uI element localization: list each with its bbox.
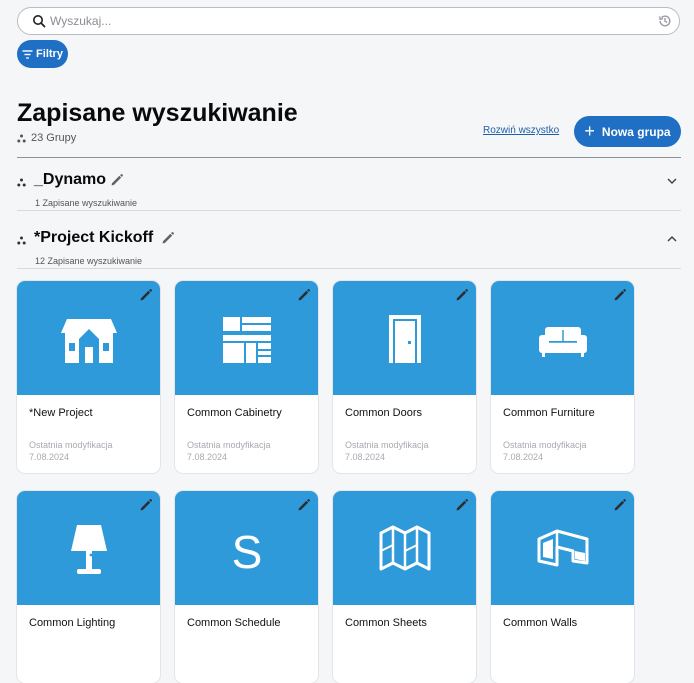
group-name: _Dynamo (34, 171, 107, 188)
divider (17, 210, 681, 211)
group-icon (17, 236, 26, 245)
group-icon (17, 178, 26, 187)
card-thumbnail: S (175, 491, 318, 605)
pencil-icon[interactable] (297, 498, 311, 512)
modified-date: 7.08.2024 (503, 452, 544, 462)
plus-icon: + (584, 120, 595, 141)
door-icon (389, 315, 421, 363)
card-thumbnail (333, 281, 476, 395)
saved-search-card[interactable]: Common Lighting (17, 491, 160, 683)
saved-search-card[interactable]: Common Doors Ostatnia modyfikacja 7.08.2… (333, 281, 476, 473)
card-thumbnail (491, 281, 634, 395)
pencil-icon[interactable] (613, 288, 627, 302)
groups-count: 23 Grupy (17, 132, 76, 144)
card-title: Common Lighting (29, 617, 116, 629)
pencil-icon[interactable] (110, 173, 124, 187)
group-name: *Project Kickoff (34, 229, 154, 246)
modified-label: Ostatnia modyfikacja (503, 440, 587, 450)
divider (17, 157, 681, 158)
modified-label: Ostatnia modyfikacja (187, 440, 271, 450)
card-title: Common Cabinetry (187, 407, 282, 419)
saved-search-card[interactable]: Common Furniture Ostatnia modyfikacja 7.… (491, 281, 634, 473)
saved-search-card[interactable]: Common Walls (491, 491, 634, 683)
sofa-icon (539, 327, 587, 357)
pencil-icon[interactable] (297, 288, 311, 302)
page-title: Zapisane wyszukiwanie (17, 99, 298, 127)
card-title: Common Walls (503, 617, 578, 629)
search-input[interactable] (50, 12, 650, 30)
walls-icon (537, 529, 589, 567)
modified-date: 7.08.2024 (29, 452, 70, 462)
sheets-icon (379, 525, 431, 571)
search-icon (33, 15, 46, 28)
card-thumbnail (175, 281, 318, 395)
card-modified: Ostatnia modyfikacja 7.08.2024 (345, 439, 429, 463)
pencil-icon[interactable] (455, 498, 469, 512)
group-dynamo[interactable]: _Dynamo 1 Zapisane wyszukiwanie (17, 171, 681, 223)
saved-search-card[interactable]: S Common Schedule (175, 491, 318, 683)
modified-date: 7.08.2024 (345, 452, 386, 462)
card-thumbnail (333, 491, 476, 605)
group-subtitle: 1 Zapisane wyszukiwanie (35, 198, 138, 208)
card-modified: Ostatnia modyfikacja 7.08.2024 (29, 439, 113, 463)
filters-label: Filtry (36, 48, 63, 60)
card-thumbnail (17, 281, 160, 395)
card-title: Common Schedule (187, 617, 281, 629)
new-group-button[interactable]: + Nowa grupa (574, 116, 681, 147)
card-title: *New Project (29, 407, 93, 419)
filter-icon (22, 49, 33, 59)
modified-date: 7.08.2024 (187, 452, 228, 462)
expand-all-link[interactable]: Rozwiń wszystko (483, 125, 559, 136)
pencil-icon[interactable] (161, 231, 175, 245)
house-icon (61, 319, 117, 363)
pencil-icon[interactable] (455, 288, 469, 302)
history-icon[interactable] (657, 13, 673, 29)
cabinetry-icon (223, 317, 271, 363)
modified-label: Ostatnia modyfikacja (29, 440, 113, 450)
card-title: Common Furniture (503, 407, 595, 419)
groups-count-label: 23 Grupy (31, 132, 77, 144)
saved-search-card[interactable]: Common Cabinetry Ostatnia modyfikacja 7.… (175, 281, 318, 473)
saved-search-card[interactable]: Common Sheets (333, 491, 476, 683)
chevron-up-icon[interactable] (666, 233, 678, 245)
filters-button[interactable]: Filtry (17, 40, 68, 68)
card-modified: Ostatnia modyfikacja 7.08.2024 (503, 439, 587, 463)
card-title: Common Doors (345, 407, 423, 419)
modified-label: Ostatnia modyfikacja (345, 440, 429, 450)
pencil-icon[interactable] (139, 288, 153, 302)
card-thumbnail (491, 491, 634, 605)
svg-text:S: S (232, 526, 263, 577)
new-group-label: Nowa grupa (601, 124, 671, 139)
card-thumbnail (17, 491, 160, 605)
group-project-kickoff[interactable]: *Project Kickoff 12 Zapisane wyszukiwani… (17, 229, 681, 281)
schedule-icon: S (232, 526, 263, 577)
group-icon (17, 134, 26, 142)
pencil-icon[interactable] (139, 498, 153, 512)
card-title: Common Sheets (345, 617, 427, 629)
search-bar (17, 7, 680, 35)
lamp-icon (71, 525, 107, 574)
group-subtitle: 12 Zapisane wyszukiwanie (35, 256, 143, 266)
card-modified: Ostatnia modyfikacja 7.08.2024 (187, 439, 271, 463)
chevron-down-icon[interactable] (666, 175, 678, 187)
pencil-icon[interactable] (613, 498, 627, 512)
saved-search-card[interactable]: *New Project Ostatnia modyfikacja 7.08.2… (17, 281, 160, 473)
divider (17, 268, 681, 269)
